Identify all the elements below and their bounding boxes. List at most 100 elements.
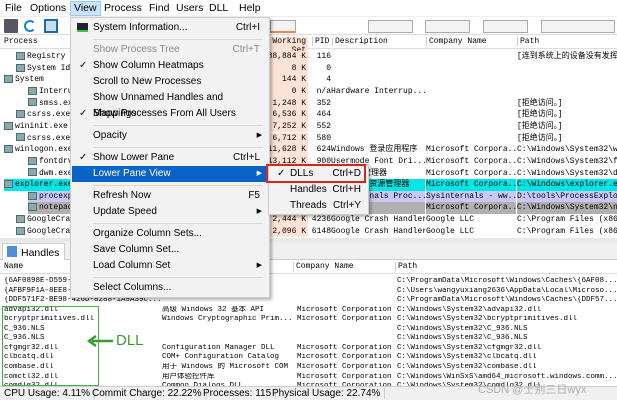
process-icon <box>4 145 13 154</box>
process-icon <box>16 133 25 142</box>
process-icon <box>16 63 25 72</box>
path: C:\ProgramData\Microsoft\Windows\Caches\… <box>397 296 617 305</box>
menu-process[interactable]: Process <box>101 2 145 14</box>
memory-graph[interactable] <box>368 20 413 33</box>
process-name-text: dwm.exe <box>39 168 73 178</box>
menu-item-refresh-now[interactable]: Refresh Now F5 <box>72 188 268 204</box>
company: Microsoft Corporation <box>297 343 392 352</box>
io-graph[interactable] <box>425 20 470 33</box>
menu-separator <box>93 147 263 148</box>
annotation-highlight-box <box>266 164 366 183</box>
menu-item-label: Show Process Tree <box>93 44 180 55</box>
menu-item-update-speed[interactable]: Update Speed ▶ <box>72 204 268 220</box>
refresh-icon[interactable] <box>24 20 36 32</box>
physical-usage: Physical Usage: 22.74% <box>268 388 386 399</box>
menu-view[interactable]: View <box>70 1 101 16</box>
pid: 552 <box>316 121 331 131</box>
submenu-arrow-icon: ▶ <box>256 208 262 215</box>
path: [拒绝访问。] <box>517 110 563 120</box>
col-name[interactable]: Name <box>2 262 23 271</box>
menu-options[interactable]: Options <box>27 2 69 14</box>
col-company[interactable]: Company Name <box>293 262 354 271</box>
menu-item-select-columns[interactable]: Select Columns... <box>72 280 268 296</box>
pid: n/a <box>316 86 331 96</box>
col-path[interactable]: Path <box>517 37 539 46</box>
path: C:\ProgramData\Microsoft\Windows\Caches\… <box>397 277 617 285</box>
description: Google Crash Handler <box>331 226 425 236</box>
company: Microsoft Corpora... <box>426 202 516 215</box>
menu-separator <box>93 185 263 186</box>
pid: 352 <box>316 98 331 108</box>
shortcut: Ctrl+H <box>332 184 361 195</box>
menu-item-label: Select Columns... <box>93 282 172 293</box>
cpu-usage: CPU Usage: 4.11% <box>0 388 95 399</box>
menu-item-organize-column-sets[interactable]: Organize Column Sets... <box>72 226 268 242</box>
path: C:\Program Files (x86)\ <box>517 226 617 236</box>
annotation-label: DLL <box>116 332 144 349</box>
menu-help[interactable]: Help <box>236 2 264 14</box>
menu-item-show-column-heatmaps[interactable]: ✓ Show Column Heatmaps <box>72 58 268 74</box>
menu-item-show-lower-pane[interactable]: ✓ Show Lower Pane Ctrl+L <box>72 150 268 166</box>
menu-item-label: System Information... <box>93 22 188 33</box>
description: Hardware Interrup... <box>331 86 425 96</box>
col-path[interactable]: Path <box>395 262 417 271</box>
menu-item-handles[interactable]: Handles Ctrl+H <box>270 182 369 198</box>
pid: 4236 <box>311 215 331 225</box>
company: Microsoft Corporation <box>297 372 392 381</box>
process-count: Processes: 115 <box>199 388 277 399</box>
commit-charge: Commit Charge: 22.22% <box>88 388 207 399</box>
col-company[interactable]: Company Name <box>426 37 487 46</box>
company: Microsoft Corporation <box>297 305 392 314</box>
menu-users[interactable]: Users <box>173 2 206 14</box>
sysinfo-icon <box>77 23 88 32</box>
tab-handles[interactable]: Handles <box>2 243 65 260</box>
menu-item-lower-pane-view[interactable]: Lower Pane View ▶ <box>72 166 268 182</box>
pid: 464 <box>316 110 331 120</box>
menu-item-save-column-set[interactable]: Save Column Set... <box>72 242 268 258</box>
checkmark-icon: ✓ <box>79 60 88 71</box>
menu-item-show-processes-from-all-users[interactable]: ✓ Show Processes From All Users <box>72 106 268 122</box>
window-icon[interactable] <box>44 19 58 33</box>
path: [拒绝访问。] <box>517 98 563 108</box>
description: 高级 Windows 32 基本 API <box>162 305 265 314</box>
path: D:\tools\ProcessExplorer <box>517 190 617 203</box>
menu-item-scroll-to-new-processes[interactable]: Scroll to New Processes <box>72 74 268 90</box>
annotation-arrow-icon <box>86 334 113 348</box>
process-name-text: winlogon.exe <box>15 145 73 155</box>
description: Windows 登录应用程序 <box>331 145 418 155</box>
menu-item-show-process-tree[interactable]: Show Process Tree Ctrl+T <box>72 42 268 58</box>
menu-item-label: Update Speed <box>93 206 157 217</box>
menu-item-threads[interactable]: Threads Ctrl+Y <box>270 198 369 214</box>
menu-item-system-information[interactable]: System Information... Ctrl+I <box>72 20 268 36</box>
tab-label: Handles <box>21 247 60 259</box>
description: Google Crash Handler <box>331 215 425 225</box>
company: Microsoft Corpora... <box>426 168 516 178</box>
menu-item-opacity[interactable]: Opacity ▶ <box>72 128 268 144</box>
disk-graph[interactable] <box>541 20 615 33</box>
process-icon <box>16 214 25 223</box>
submenu-arrow-icon: ▶ <box>256 170 262 177</box>
company: Microsoft Corporation <box>297 362 392 371</box>
watermark: CSDN @士别三日wyx <box>478 384 587 396</box>
path: C:\Windows\System32\combase.dll <box>397 362 537 371</box>
col-process[interactable]: Process <box>2 37 38 46</box>
menu-item-show-unnamed-handles-and-mappings[interactable]: Show Unnamed Handles and Mappings <box>72 90 268 119</box>
menu-item-label: Threads <box>290 200 327 211</box>
menu-find[interactable]: Find <box>146 2 172 14</box>
menu-item-label: Load Column Set <box>93 260 171 271</box>
company: Microsoft Corpora... <box>426 145 516 155</box>
company: Microsoft Corpora... <box>426 156 516 166</box>
menu-dll[interactable]: DLL <box>206 2 231 14</box>
view-menu: System Information... Ctrl+I Show Process … <box>70 17 270 298</box>
shortcut: Ctrl+L <box>233 152 260 163</box>
save-icon[interactable] <box>4 19 18 33</box>
menu-file[interactable]: File <box>2 2 25 14</box>
description: COM+ Configuration Catalog <box>162 353 280 362</box>
checkmark-icon: ✓ <box>79 152 88 163</box>
col-description[interactable]: Description <box>332 37 388 46</box>
network-graph[interactable] <box>483 20 528 33</box>
col-pid[interactable]: PID <box>312 37 329 46</box>
cpu-graph[interactable] <box>270 20 296 33</box>
menu-item-load-column-set[interactable]: Load Column Set ▶ <box>72 258 268 274</box>
shortcut: Ctrl+T <box>232 44 261 55</box>
